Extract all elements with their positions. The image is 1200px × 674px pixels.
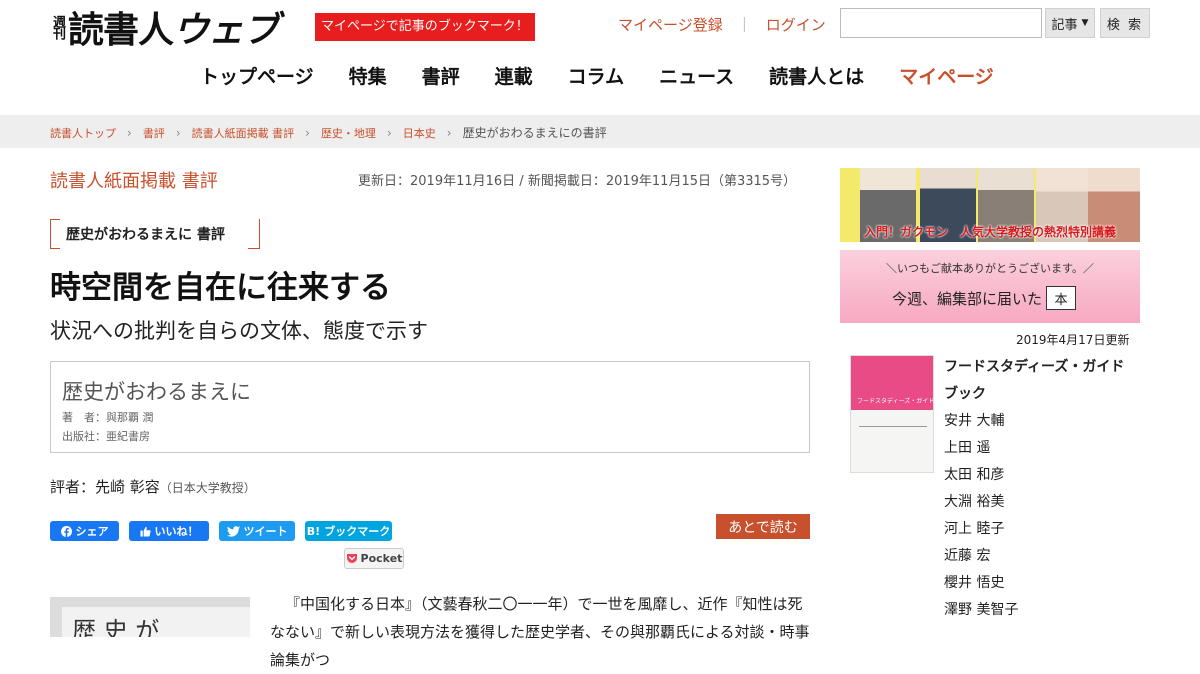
facebook-icon xyxy=(60,525,72,537)
mypage-bookmark-promo[interactable]: マイページで記事のブックマーク！ xyxy=(315,13,535,41)
book-cover-text: 歴 史 が xyxy=(62,607,250,637)
chevron-right-icon: › xyxy=(175,125,181,140)
author-item: 上田 遥 xyxy=(944,440,991,456)
article-dates: 更新日：2019年11月16日 / 新聞掲載日：2019年11月15日（第331… xyxy=(358,174,797,189)
facebook-like-label: いいね！ xyxy=(154,525,199,538)
article-body: 『中国化する日本』（文藝春秋二〇一一年）で一世を風靡し、近作『知性は死なない』で… xyxy=(270,595,810,669)
gakumon-lecture-banner[interactable]: 入門！ガクモン 人気大学教授の熱烈特別講義 xyxy=(840,168,1140,242)
hatena-bookmark-button[interactable]: B! ブックマーク xyxy=(305,521,392,541)
breadcrumb: 読書人トップ › 書評 › 読書人紙面掲載 書評 › 歴史・地理 › 日本史 ›… xyxy=(50,124,607,141)
nav-item-mypage[interactable]: マイページ xyxy=(899,62,994,89)
cover-lines xyxy=(859,426,927,447)
header-separator: ｜ xyxy=(736,16,752,34)
author-item: 安井 大輔 xyxy=(944,413,1005,429)
logo-main: 読書人 xyxy=(68,9,174,51)
article-headline: 時空間を自在に往来する xyxy=(50,270,391,306)
reviewer: 評者：先崎 彰容（日本大学教授） xyxy=(50,476,256,497)
nav-item-series[interactable]: 連載 xyxy=(495,62,533,89)
featured-book-cover[interactable]: フードスタディーズ・ガイドブック xyxy=(850,355,934,473)
nav-item-about[interactable]: 読書人とは xyxy=(769,62,864,89)
reviewer-affiliation: （日本大学教授） xyxy=(159,481,256,495)
breadcrumb-item[interactable]: 歴史・地理 xyxy=(321,125,376,141)
featured-book-authors: 安井 大輔 上田 遥 太田 和彦 大淵 裕美 河上 睦子 近藤 宏 櫻井 悟史 … xyxy=(944,408,1018,624)
tag-bracket-left xyxy=(50,219,60,249)
breadcrumb-current: 歴史がおわるまえにの書評 xyxy=(462,126,607,140)
nav-item-column[interactable]: コラム xyxy=(568,62,624,89)
book-author: 著 者：與那覇 潤 xyxy=(62,411,154,424)
header-links: マイページ登録 ｜ ログイン xyxy=(618,14,826,35)
reviewer-name: 先崎 彰容 xyxy=(95,478,160,496)
search-scope-value: 記事 xyxy=(1051,17,1078,33)
login-link[interactable]: ログイン xyxy=(766,14,826,35)
article-category[interactable]: 読書人紙面掲載 書評 xyxy=(50,167,218,193)
received-books-title: 今週、編集部に届いた 本 xyxy=(892,286,1077,310)
author-item: 大淵 裕美 xyxy=(944,494,1005,510)
site-logo[interactable]: 週刊 読書人ウェブ xyxy=(50,6,279,51)
search-input[interactable] xyxy=(840,8,1042,38)
nav-item-review[interactable]: 書評 xyxy=(422,62,460,89)
author-item: 太田 和彦 xyxy=(944,467,1005,483)
book-tag[interactable]: 歴史がおわるまえに 書評 xyxy=(50,219,260,249)
received-books-title-text: 今週、編集部に届いた xyxy=(892,289,1043,308)
gakumon-banner-caption: 入門！ガクモン 人気大学教授の熱烈特別講義 xyxy=(863,225,1116,239)
author-item: 河上 睦子 xyxy=(944,521,1005,537)
global-nav: トップページ 特集 書評 連載 コラム ニュース 読書人とは マイページ xyxy=(200,62,994,89)
chevron-down-icon: ▼ xyxy=(1081,18,1089,28)
chevron-right-icon: › xyxy=(127,125,132,140)
breadcrumb-item[interactable]: 日本史 xyxy=(403,125,436,141)
sidebar-updated-date: 2019年4月17日更新 xyxy=(1016,333,1130,347)
book-tag-label: 歴史がおわるまえに 書評 xyxy=(66,227,225,243)
nav-item-news[interactable]: ニュース xyxy=(659,62,734,89)
pocket-label: Pocket xyxy=(360,552,403,565)
chevron-right-icon: › xyxy=(386,125,392,140)
breadcrumb-item[interactable]: 読書人トップ xyxy=(50,125,116,141)
thumbs-up-icon xyxy=(139,526,151,537)
twitter-share-button[interactable]: ツイート xyxy=(219,521,295,541)
hatena-bookmark-label: ブックマーク xyxy=(324,525,391,538)
book-cover-image: 歴 史 が xyxy=(50,597,250,637)
author-item: 澤野 美智子 xyxy=(944,602,1019,618)
search-scope-select[interactable]: 記事 ▼ xyxy=(1045,8,1095,38)
facebook-share-button[interactable]: シェア xyxy=(50,521,119,541)
facebook-share-label: シェア xyxy=(75,525,109,538)
received-books-banner[interactable]: ＼いつもご献本ありがとうございます。／ 今週、編集部に届いた 本 xyxy=(840,250,1140,323)
cover-title: フードスタディーズ・ガイドブック xyxy=(857,398,934,405)
logo-text: 読書人ウェブ xyxy=(68,1,279,53)
read-later-button[interactable]: あとで読む xyxy=(716,514,810,539)
search-button[interactable]: 検 索 xyxy=(1100,8,1150,38)
breadcrumb-item[interactable]: 書評 xyxy=(143,125,165,141)
chevron-right-icon: › xyxy=(305,125,310,140)
logo-sub: ウェブ xyxy=(173,9,279,51)
chevron-right-icon: › xyxy=(446,125,452,140)
book-title: 歴史がおわるまえに xyxy=(62,380,251,404)
logo-weekly: 週刊 xyxy=(50,15,65,39)
nav-item-top[interactable]: トップページ xyxy=(200,62,314,89)
received-books-thanks: ＼いつもご献本ありがとうございます。／ xyxy=(886,262,1094,275)
reviewer-label: 評者： xyxy=(50,478,96,496)
breadcrumb-item[interactable]: 読書人紙面掲載 書評 xyxy=(192,125,295,141)
pocket-icon xyxy=(346,554,357,563)
nav-item-feature[interactable]: 特集 xyxy=(349,62,387,89)
book-icon: 本 xyxy=(1046,286,1077,310)
tag-bracket-right xyxy=(248,219,260,249)
hatena-bookmark-icon: B! xyxy=(306,524,321,538)
pocket-button[interactable]: Pocket xyxy=(344,548,404,569)
featured-book-title[interactable]: フードスタディーズ・ガイドブック xyxy=(944,354,1134,408)
facebook-like-button[interactable]: いいね！ xyxy=(129,521,209,541)
twitter-bird-icon xyxy=(226,525,240,537)
register-link[interactable]: マイページ登録 xyxy=(618,14,723,35)
book-publisher: 出版社：亜紀書房 xyxy=(62,430,150,443)
book-info-box xyxy=(50,361,810,453)
author-item: 櫻井 悟史 xyxy=(944,575,1005,591)
article-subheadline: 状況への批判を自らの文体、態度で示す xyxy=(50,319,428,343)
author-item: 近藤 宏 xyxy=(944,548,991,564)
twitter-share-label: ツイート xyxy=(243,525,288,538)
